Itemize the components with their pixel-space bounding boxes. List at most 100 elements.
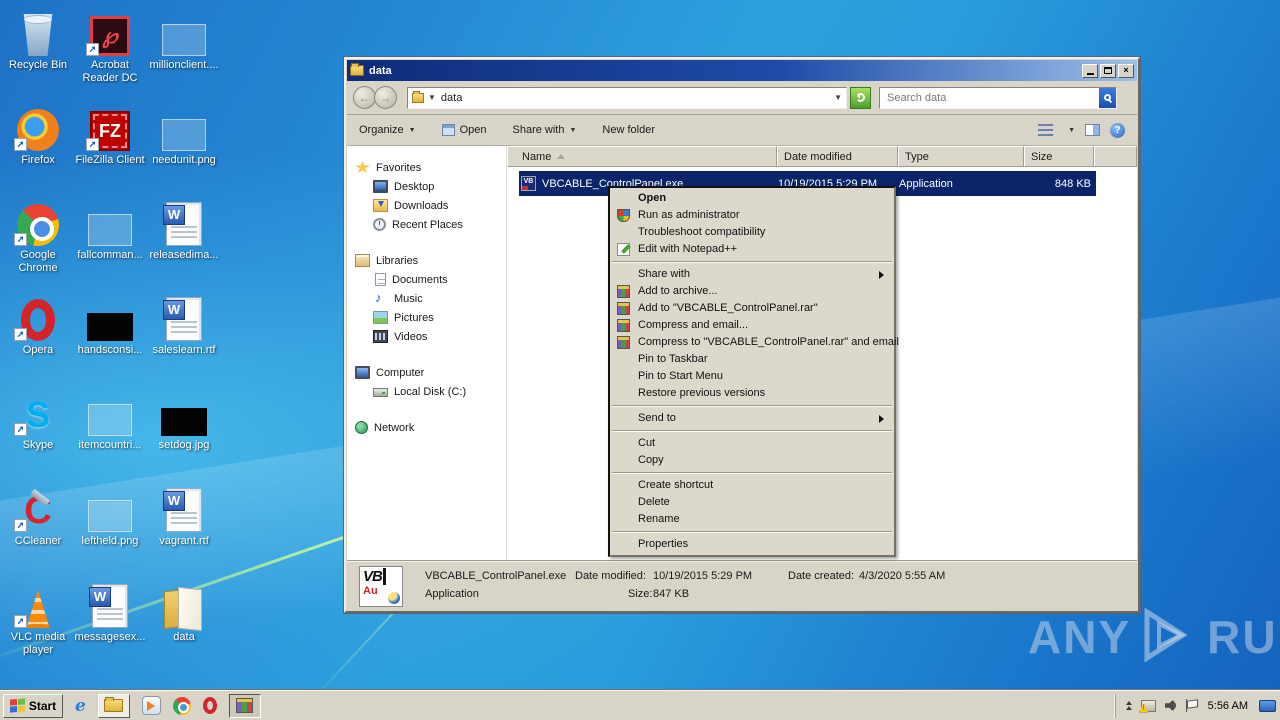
nav-recent-places[interactable]: Recent Places — [355, 215, 506, 234]
desktop-icon-recycle-bin[interactable]: Recycle Bin — [2, 8, 74, 72]
winrar-taskbar-button[interactable] — [228, 693, 261, 718]
column-header-date-modified[interactable]: Date modified — [777, 146, 898, 167]
menu-item-send-to[interactable]: Send to — [610, 410, 894, 427]
maximize-button[interactable] — [1100, 63, 1116, 78]
menu-item-pin-to-start-menu[interactable]: Pin to Start Menu — [610, 368, 894, 385]
change-view-icon[interactable] — [1038, 124, 1054, 136]
volume-icon[interactable] — [1164, 700, 1176, 711]
views-dropdown-icon[interactable]: ▼ — [1068, 127, 1075, 134]
menu-item-open[interactable]: Open — [610, 190, 894, 207]
menu-item-pin-to-taskbar[interactable]: Pin to Taskbar — [610, 351, 894, 368]
menu-item-rename[interactable]: Rename — [610, 511, 894, 528]
open-button[interactable]: Open — [441, 124, 487, 136]
menu-item-compress-to-named-rar-and-email[interactable]: Compress to "VBCABLE_ControlPanel.rar" a… — [610, 334, 899, 351]
menu-item-compress-and-email[interactable]: Compress and email... — [610, 317, 894, 334]
network-status-icon[interactable] — [1140, 699, 1156, 712]
search-input[interactable]: Search data — [880, 92, 1099, 104]
clock[interactable]: 5:56 AM — [1208, 700, 1248, 712]
desktop-icon-needunit[interactable]: needunit.png — [148, 103, 220, 167]
desktop-icon-skype[interactable]: S ➚ Skype — [2, 388, 74, 452]
forward-button[interactable]: → — [374, 86, 397, 109]
desktop-icon-itemcountri[interactable]: itemcountri... — [74, 388, 146, 452]
desktop-icon-fallcomman[interactable]: fallcomman... — [74, 198, 146, 262]
back-button[interactable]: ← — [353, 86, 376, 109]
breadcrumb-chevron-icon[interactable]: ▼ — [428, 93, 436, 102]
menu-item-troubleshoot-compatibility[interactable]: Troubleshoot compatibility — [610, 224, 894, 241]
shortcut-arrow-icon: ➚ — [14, 615, 27, 628]
address-bar[interactable]: ▼ data ▼ — [407, 86, 847, 109]
desktop-icon-ccleaner[interactable]: C ➚ CCleaner — [2, 484, 74, 548]
desktop-icon-releasedima[interactable]: releasedima... — [148, 198, 220, 262]
help-icon[interactable]: ? — [1110, 122, 1125, 138]
organize-menu-button[interactable]: Organize ▼ — [359, 124, 416, 136]
nav-computer[interactable]: Computer — [355, 363, 506, 382]
nav-downloads[interactable]: Downloads — [355, 196, 506, 215]
menu-item-add-to-named-rar[interactable]: Add to "VBCABLE_ControlPanel.rar" — [610, 300, 894, 317]
nav-desktop[interactable]: Desktop — [355, 177, 506, 196]
desktop-icon-messagesex[interactable]: messagesex... — [74, 580, 146, 644]
desktop-icon-firefox[interactable]: ➚ Firefox — [2, 103, 74, 167]
column-header-name[interactable]: Name — [507, 146, 777, 167]
winrar-icon — [617, 285, 630, 298]
menu-separator — [612, 405, 892, 407]
desktop-icon-acrobat[interactable]: ℘ ➚ Acrobat Reader DC — [74, 8, 146, 85]
column-header-size[interactable]: Size — [1024, 146, 1094, 167]
menu-item-share-with[interactable]: Share with — [610, 266, 894, 283]
desktop-icon-data-folder[interactable]: data — [148, 580, 220, 644]
desktop-icon-setdog[interactable]: setdog.jpg — [148, 388, 220, 452]
breadcrumb-path[interactable]: data — [441, 92, 462, 104]
nav-videos[interactable]: Videos — [355, 327, 506, 346]
menu-item-cut[interactable]: Cut — [610, 435, 894, 452]
menu-item-edit-with-notepadpp[interactable]: Edit with Notepad++ — [610, 241, 894, 258]
opera-icon[interactable] — [202, 697, 217, 714]
desktop-icon-millionclient[interactable]: millionclient.... — [148, 8, 220, 72]
desktop-icon-handsconsi[interactable]: handsconsi... — [74, 293, 146, 357]
nav-libraries[interactable]: Libraries — [355, 251, 506, 270]
nav-favorites[interactable]: Favorites — [355, 158, 506, 177]
menu-item-properties[interactable]: Properties — [610, 536, 894, 553]
menu-item-run-as-administrator[interactable]: Run as administrator — [610, 207, 894, 224]
nav-music[interactable]: Music — [355, 289, 506, 308]
menu-item-delete[interactable]: Delete — [610, 494, 894, 511]
column-header-blank[interactable] — [1094, 146, 1137, 167]
desktop-icon-vagrant[interactable]: vagrant.rtf — [148, 484, 220, 548]
star-icon — [355, 161, 370, 173]
close-button[interactable]: × — [1118, 63, 1134, 78]
desktop-icon-chrome[interactable]: ➚ Google Chrome — [2, 198, 74, 275]
windows-media-player-icon[interactable] — [141, 696, 161, 715]
action-center-flag-icon[interactable] — [1185, 699, 1197, 712]
share-with-menu-button[interactable]: Share with ▼ — [513, 124, 577, 136]
shortcut-arrow-icon: ➚ — [86, 138, 99, 151]
address-history-dropdown-icon[interactable]: ▼ — [834, 93, 842, 102]
menu-item-restore-previous-versions[interactable]: Restore previous versions — [610, 385, 894, 402]
column-header-type[interactable]: Type — [898, 146, 1024, 167]
windows-explorer-taskbar-button[interactable] — [97, 693, 130, 718]
desktop-icon-vlc[interactable]: ➚ VLC media player — [2, 580, 74, 657]
downloads-folder-icon — [373, 199, 388, 212]
nav-pictures[interactable]: Pictures — [355, 308, 506, 327]
search-box[interactable]: Search data — [879, 86, 1117, 109]
hard-disk-icon — [373, 388, 388, 397]
display-icon[interactable] — [1259, 699, 1276, 712]
refresh-button[interactable] — [850, 86, 871, 109]
preview-pane-icon[interactable] — [1085, 124, 1100, 136]
desktop-icon-saleslearn[interactable]: saleslearn.rtf — [148, 293, 220, 357]
menu-item-copy[interactable]: Copy — [610, 452, 894, 469]
nav-network[interactable]: Network — [355, 418, 506, 437]
minimize-button[interactable] — [1082, 63, 1098, 78]
search-button[interactable] — [1099, 87, 1116, 108]
window-titlebar[interactable]: data × — [347, 60, 1137, 81]
menu-item-add-to-archive[interactable]: Add to archive... — [610, 283, 894, 300]
start-button[interactable]: Start — [3, 693, 63, 718]
new-folder-button[interactable]: New folder — [602, 124, 655, 136]
show-hidden-icons-chevron[interactable] — [1125, 701, 1132, 710]
nav-local-disk-c[interactable]: Local Disk (C:) — [355, 382, 506, 401]
desktop-icon-leftheld[interactable]: leftheld.png — [74, 484, 146, 548]
nav-documents[interactable]: Documents — [355, 270, 506, 289]
menu-item-create-shortcut[interactable]: Create shortcut — [610, 477, 894, 494]
desktop-icon-filezilla[interactable]: FZ ➚ FileZilla Client — [74, 103, 146, 167]
details-date-modified-value: 10/19/2015 5:29 PM — [653, 570, 753, 582]
internet-explorer-icon[interactable]: e — [75, 697, 86, 715]
desktop-icon-opera[interactable]: ➚ Opera — [2, 293, 74, 357]
chrome-icon[interactable] — [172, 696, 191, 715]
